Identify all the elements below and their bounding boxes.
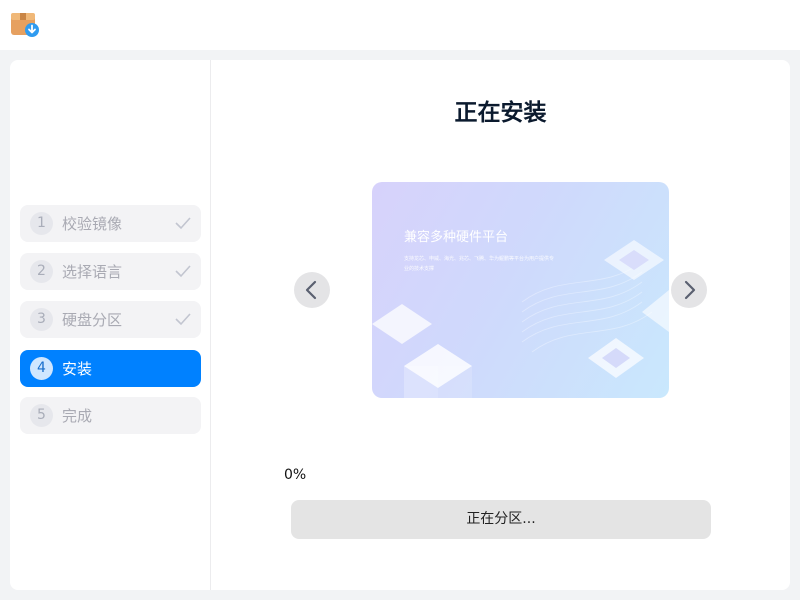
slide-title: 兼容多种硬件平台 — [404, 230, 509, 245]
progress-bar: 正在分区... — [291, 500, 711, 539]
slide-description: 支持龙芯、申威、海光、兆芯、飞腾、华为鲲鹏等平台为用户提供专业的技术支撑 — [404, 256, 555, 272]
main-content: 正在安装 兼容多种硬件平台 支持龙芯、申威、海光、兆芯、飞腾、华为鲲鹏等平台为用… — [211, 60, 790, 590]
step-label: 校验镜像 — [62, 215, 123, 233]
page-title: 正在安装 — [454, 100, 547, 126]
step-number: 3 — [30, 308, 53, 331]
slide-illustration — [372, 240, 669, 398]
chevron-left-icon — [305, 280, 317, 300]
step-label: 选择语言 — [62, 263, 123, 281]
step-select-language: 2 选择语言 — [20, 253, 201, 290]
step-disk-partition: 3 硬盘分区 — [20, 301, 201, 338]
step-label: 安装 — [62, 360, 93, 378]
step-install: 4 安装 — [20, 350, 201, 387]
carousel-slide: 兼容多种硬件平台 支持龙芯、申威、海光、兆芯、飞腾、华为鲲鹏等平台为用户提供专业… — [372, 182, 669, 398]
carousel-next-button[interactable] — [671, 272, 707, 308]
chevron-right-icon — [684, 280, 696, 300]
step-finish: 5 完成 — [20, 397, 201, 434]
step-number: 4 — [30, 357, 53, 380]
package-download-icon — [11, 13, 39, 37]
progress-status: 正在分区... — [466, 511, 536, 527]
step-number: 1 — [30, 212, 53, 235]
progress-percent: 0% — [284, 467, 307, 483]
check-icon — [175, 265, 191, 278]
step-number: 5 — [30, 404, 53, 427]
step-label: 硬盘分区 — [62, 311, 123, 329]
step-verify-image: 1 校验镜像 — [20, 205, 201, 242]
installer-panel: 1 校验镜像 2 选择语言 3 硬盘分区 4 安装 5 完成 正在安装 兼容多种… — [10, 60, 790, 590]
check-icon — [175, 217, 191, 230]
check-icon — [175, 313, 191, 326]
step-sidebar: 1 校验镜像 2 选择语言 3 硬盘分区 4 安装 5 完成 — [10, 60, 211, 590]
step-label: 完成 — [62, 407, 93, 425]
carousel-prev-button[interactable] — [294, 272, 330, 308]
step-number: 2 — [30, 260, 53, 283]
title-bar — [0, 0, 800, 50]
